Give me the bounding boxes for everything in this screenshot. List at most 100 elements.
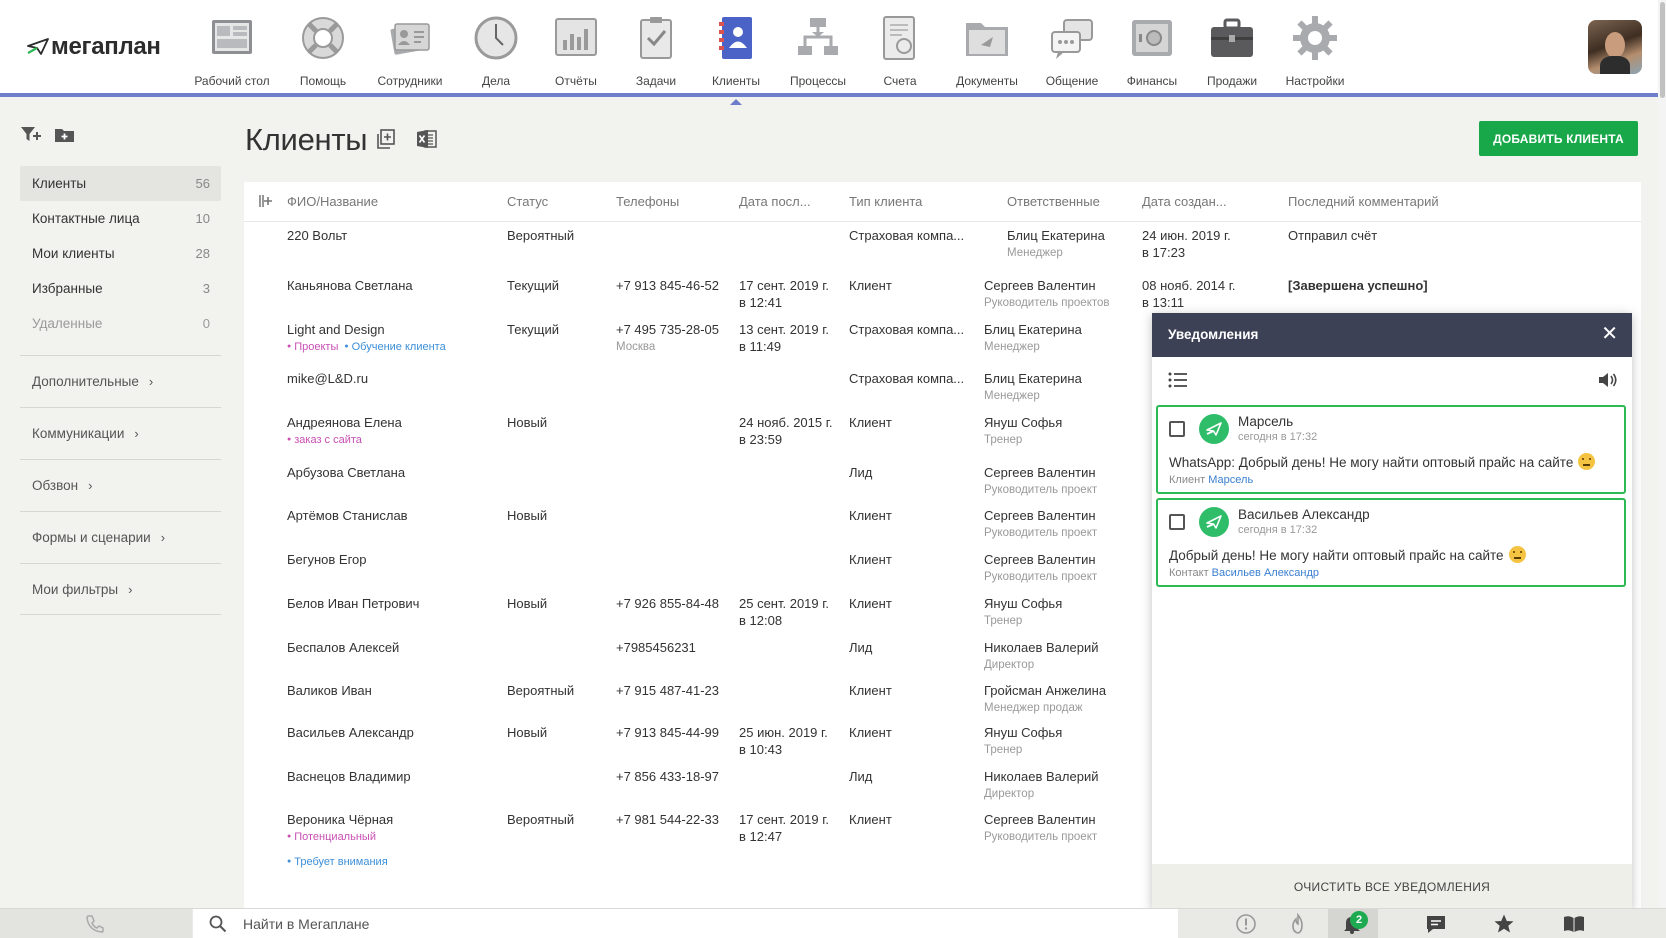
client-tag[interactable]: Потенциальный [287, 831, 376, 843]
table-row[interactable]: Каньянова Светлана Текущий +7 913 845-46-5… [244, 265, 1641, 310]
client-name[interactable]: Белов Иван Петрович [287, 596, 419, 611]
sidebar-item[interactable]: Избранные 3 [20, 271, 221, 306]
nav-item-clients[interactable]: Клиенты [691, 14, 781, 105]
client-name[interactable]: 220 Вольт [287, 228, 347, 243]
responsible-name[interactable]: Сергеев Валентин [984, 278, 1096, 293]
column-header[interactable]: ФИО/Название [287, 194, 378, 209]
responsible-name[interactable]: Блиц Екатерина [984, 371, 1082, 386]
column-header[interactable]: Телефоны [616, 194, 679, 209]
alert-icon[interactable] [1235, 913, 1259, 935]
client-name[interactable]: Беспалов Алексей [287, 640, 399, 655]
sidebar-section[interactable]: Обзвон › [20, 459, 221, 511]
column-header[interactable]: Последний комментарий [1288, 194, 1439, 209]
messages-icon[interactable] [1425, 913, 1449, 935]
responsible-name[interactable]: Януш Софья [984, 415, 1062, 430]
nav-item-clock[interactable]: Дела [451, 14, 541, 88]
notification-ref-link[interactable]: Марсель [1208, 474, 1253, 486]
client-name[interactable]: Light and Design [287, 322, 385, 337]
phone-button[interactable] [0, 909, 192, 938]
folder-add-icon[interactable] [54, 126, 76, 147]
client-name[interactable]: Артёмов Станислав [287, 508, 408, 523]
client-name[interactable]: Вероника Чёрная [287, 812, 393, 827]
column-header[interactable]: Дата создан... [1142, 194, 1227, 209]
client-name[interactable]: Каньянова Светлана [287, 278, 413, 293]
nav-item-invoices[interactable]: Счета [855, 14, 945, 88]
responsible-name[interactable]: Януш Софья [984, 596, 1062, 611]
client-tag[interactable]: Требует внимания [287, 856, 387, 868]
client-name[interactable]: Арбузова Светлана [287, 465, 405, 480]
nav-item-desktop[interactable]: Рабочий стол [187, 14, 277, 88]
search-input[interactable] [243, 909, 1143, 938]
responsible-name[interactable]: Сергеев Валентин [984, 465, 1096, 480]
nav-item-lifebuoy[interactable]: Помощь [278, 14, 368, 88]
client-name[interactable]: Валиков Иван [287, 683, 372, 698]
nav-item-chat[interactable]: Общение [1027, 14, 1117, 88]
sidebar-item[interactable]: Клиенты 56 [20, 166, 221, 201]
nav-item-documents[interactable]: Документы [942, 14, 1032, 88]
responsible-name[interactable]: Януш Софья [984, 725, 1062, 740]
responsible-name[interactable]: Сергеев Валентин [984, 552, 1096, 567]
client-tag[interactable]: Обучение клиента [344, 341, 446, 353]
sidebar-section[interactable]: Коммуникации › [20, 407, 221, 459]
nav-item-briefcase[interactable]: Продажи [1187, 14, 1277, 88]
page-scrollbar[interactable] [1658, 0, 1666, 908]
excel-export-icon[interactable] [416, 128, 438, 153]
sound-icon[interactable] [1598, 371, 1618, 392]
flame-icon[interactable] [1287, 912, 1311, 935]
list-icon[interactable] [1168, 372, 1188, 391]
client-name[interactable]: Бегунов Егор [287, 552, 367, 567]
sidebar-section[interactable]: Мои фильтры › [20, 563, 221, 615]
sidebar-item[interactable]: Контактные лица 10 [20, 201, 221, 236]
column-header[interactable]: Статус [507, 194, 548, 209]
copy-add-icon[interactable] [375, 128, 397, 153]
client-phone[interactable]: +7 981 544-22-33 [616, 812, 719, 827]
table-row[interactable]: 220 ВольтВероятныйСтраховая компа...▶Бли… [244, 222, 1641, 265]
notifications-button[interactable]: 2 [1328, 909, 1378, 938]
notification-card[interactable]: Марсель сегодня в 17:32 WhatsApp: Добрый д… [1156, 405, 1626, 494]
client-phone[interactable]: +7 913 845-46-52 [616, 278, 719, 293]
add-client-button[interactable]: ДОБАВИТЬ КЛИЕНТА [1479, 121, 1638, 156]
nav-item-tasks[interactable]: Задачи [611, 14, 701, 88]
megaplan-logo[interactable]: мегаплан [27, 33, 161, 61]
sidebar-item[interactable]: Удаленные 0 [20, 306, 221, 341]
client-name[interactable]: Васильев Александр [287, 725, 414, 740]
client-name[interactable]: Васнецов Владимир [287, 769, 411, 784]
client-tag[interactable]: Проекты [287, 341, 338, 353]
column-header[interactable]: Дата посл... [739, 194, 811, 209]
client-phone[interactable]: +7 495 735-28-05 [616, 322, 719, 337]
responsible-name[interactable]: Блиц Екатерина [1007, 228, 1105, 243]
responsible-name[interactable]: Николаев Валерий [984, 640, 1098, 655]
responsible-name[interactable]: Николаев Валерий [984, 769, 1098, 784]
filter-add-icon[interactable] [20, 126, 42, 147]
client-phone[interactable]: +7985456231 [616, 640, 696, 655]
responsible-name[interactable]: Сергеев Валентин [984, 812, 1096, 827]
notification-checkbox[interactable] [1169, 421, 1185, 437]
client-phone[interactable]: +7 915 487-41-23 [616, 683, 719, 698]
notification-checkbox[interactable] [1169, 514, 1185, 530]
book-icon[interactable] [1562, 913, 1586, 935]
notification-ref-link[interactable]: Васильев Александр [1212, 567, 1319, 579]
scrollbar-thumb[interactable] [1660, 2, 1665, 98]
column-header[interactable]: Ответственные [1007, 194, 1100, 209]
column-header[interactable]: Тип клиента [849, 194, 922, 209]
nav-item-safe[interactable]: Финансы [1107, 14, 1197, 88]
clear-all-notifications-button[interactable]: ОЧИСТИТЬ ВСЕ УВЕДОМЛЕНИЯ [1152, 864, 1632, 909]
column-settings-icon[interactable] [258, 193, 274, 212]
nav-item-gear[interactable]: Настройки [1270, 14, 1360, 88]
sidebar-section[interactable]: Формы и сценарии › [20, 511, 221, 563]
client-phone[interactable]: +7 926 855-84-48 [616, 596, 719, 611]
client-name[interactable]: mike@L&D.ru [287, 371, 368, 386]
last-comment[interactable]: Отправил счёт [1288, 227, 1588, 244]
star-icon[interactable] [1493, 913, 1517, 935]
nav-item-employees[interactable]: Сотрудники [365, 14, 455, 88]
sidebar-section[interactable]: Дополнительные › [20, 355, 221, 407]
notification-card[interactable]: Васильев Александр сегодня в 17:32 Добрый … [1156, 498, 1626, 587]
responsible-name[interactable]: Сергеев Валентин [984, 508, 1096, 523]
nav-item-reports[interactable]: Отчёты [531, 14, 621, 88]
last-comment[interactable]: [Завершена успешно] [1288, 277, 1588, 294]
responsible-name[interactable]: Блиц Екатерина [984, 322, 1082, 337]
nav-item-processes[interactable]: Процессы [773, 14, 863, 88]
responsible-name[interactable]: Гройсман Анжелина [984, 683, 1106, 698]
sidebar-item[interactable]: Мои клиенты 28 [20, 236, 221, 271]
close-icon[interactable]: ✕ [1601, 324, 1618, 344]
